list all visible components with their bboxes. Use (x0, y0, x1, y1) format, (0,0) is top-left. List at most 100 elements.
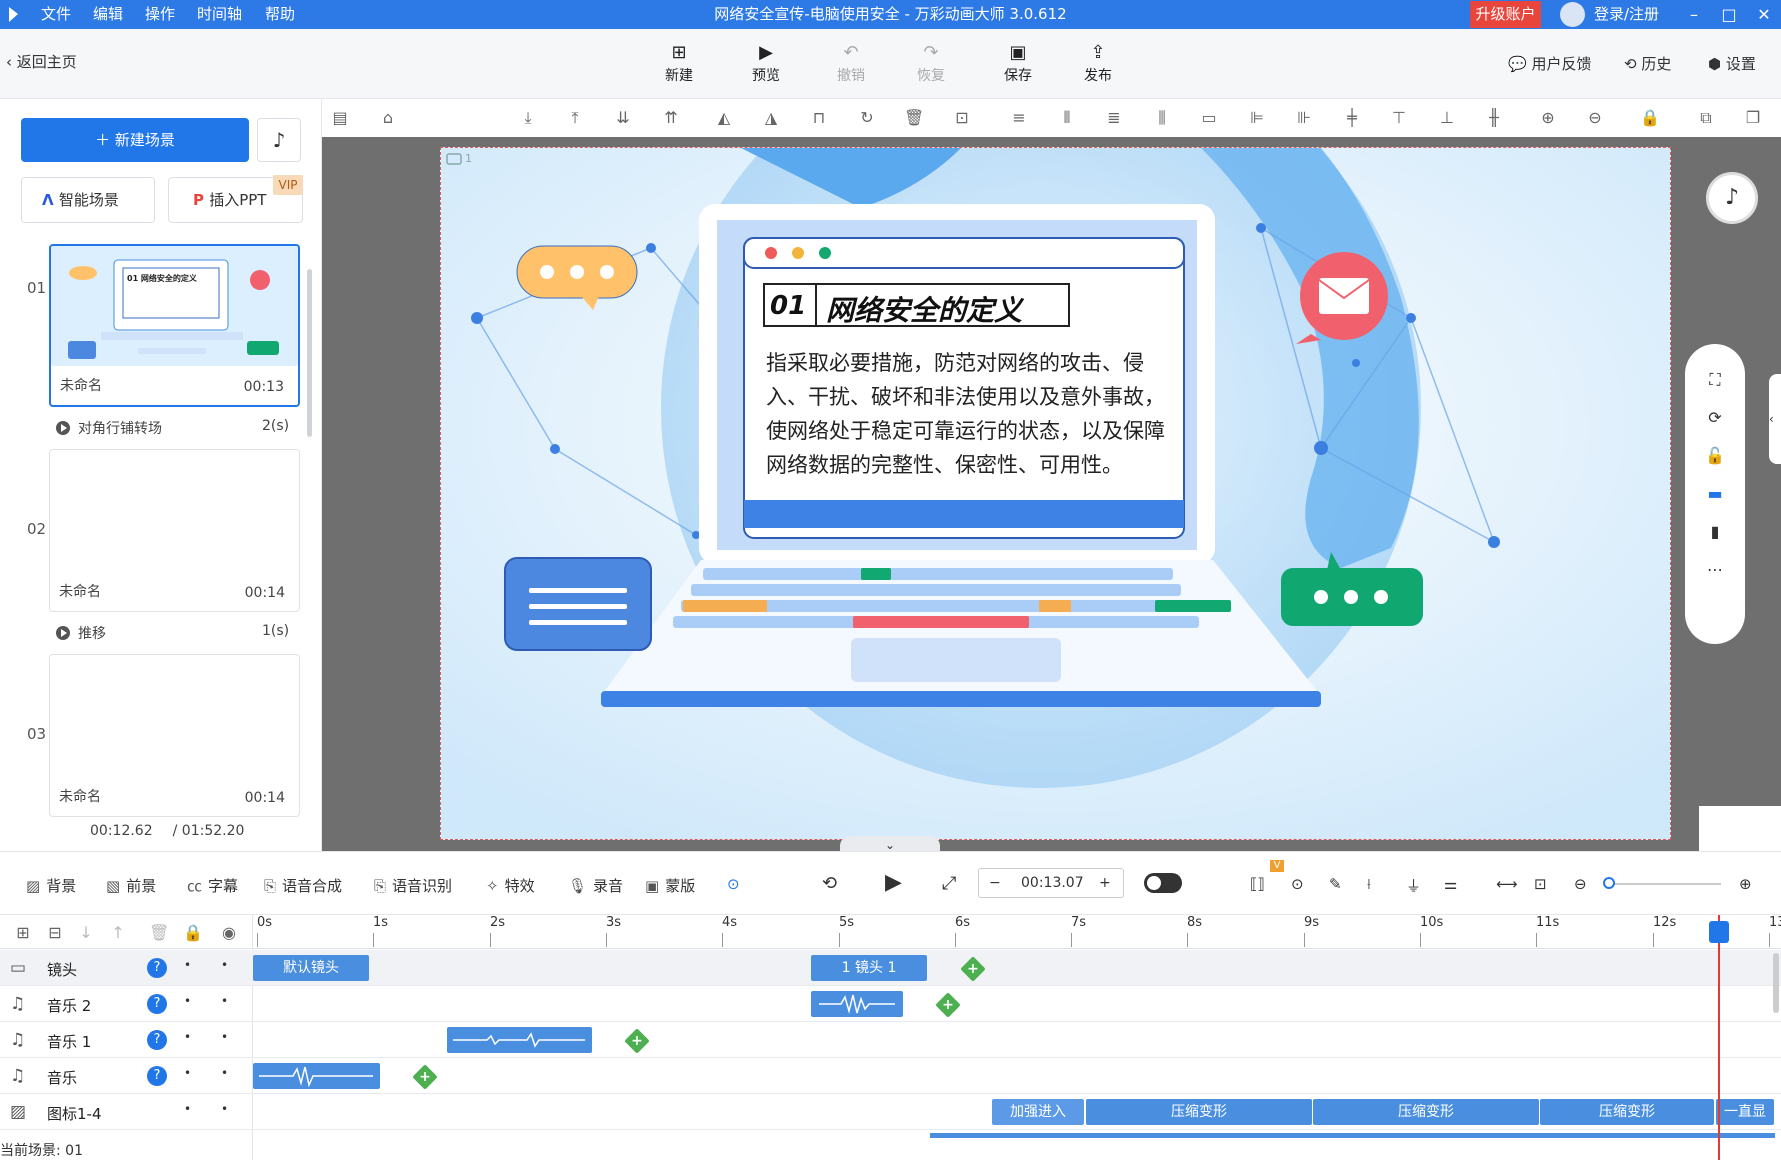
move-up-icon[interactable]: ⇈ (661, 108, 681, 128)
zoom-out-icon[interactable]: ⊖ (1574, 875, 1587, 893)
help-icon[interactable]: ? (147, 1030, 167, 1050)
help-icon[interactable]: ? (147, 958, 167, 978)
landscape-icon[interactable]: ▬ (1703, 482, 1727, 506)
toggle-switch[interactable] (1144, 873, 1182, 893)
home-icon[interactable]: ⌂ (378, 108, 398, 128)
record-tool[interactable]: 🎙 录音 (568, 875, 623, 896)
clip-effect[interactable]: 一直显 (1716, 1099, 1774, 1125)
unlock-icon[interactable]: 🔓 (1703, 444, 1727, 468)
new-button[interactable]: ⊞ 新建 (651, 41, 707, 85)
dot-icon[interactable]: • (221, 1102, 228, 1116)
help-icon[interactable]: ? (147, 994, 167, 1014)
new-scene-button[interactable]: ＋ 新建场景 (21, 118, 249, 162)
speech-recognition-tool[interactable]: ⎘ 语音识别 (374, 875, 452, 896)
split-icon[interactable]: ⟦⟧ (1250, 875, 1265, 893)
dot-icon[interactable]: • (184, 958, 191, 972)
track-camera[interactable]: ▭ 镜头 ? • • 默认镜头 1 镜头 1 + (0, 950, 1781, 986)
scene-canvas[interactable]: 1 01 网络安全的定义 指采取必要措施，防范对网络的攻击、侵入、干扰、破坏和非… (440, 147, 1671, 840)
dot-icon[interactable]: • (221, 958, 228, 972)
transition-item[interactable]: 推移 (56, 623, 106, 643)
clip-strip[interactable] (930, 1133, 1775, 1138)
move-up-icon[interactable]: ↑ (108, 923, 128, 943)
track-music-2[interactable]: ♫ 音乐 2 ? • • + (0, 986, 1781, 1022)
dot-icon[interactable]: • (184, 1066, 191, 1080)
fit-icon[interactable]: ⊡ (952, 108, 972, 128)
play-icon[interactable]: ▶ (885, 870, 902, 895)
format-painter-icon[interactable]: ▤ (330, 108, 350, 128)
adjust-icon[interactable]: ⚌ (1444, 875, 1457, 893)
menu-file[interactable]: 文件 (41, 0, 71, 29)
distribute-v-icon[interactable]: ▭ (1199, 108, 1219, 128)
clip-effect[interactable]: 压缩变形 (1540, 1099, 1714, 1125)
menu-operate[interactable]: 操作 (145, 0, 175, 29)
audio-clip[interactable] (253, 1063, 380, 1089)
close-icon[interactable]: ✕ (1747, 0, 1781, 29)
dot-icon[interactable]: • (221, 994, 228, 1008)
add-keyframe-icon[interactable]: + (624, 1028, 650, 1054)
track-icon-1-4[interactable]: ▨ 图标1-4 • • 加强进入 压缩变形 压缩变形 压缩变形 一直显 (0, 1094, 1781, 1130)
dot-icon[interactable]: • (221, 1030, 228, 1044)
align-top-edge-icon[interactable]: ⊤ (1389, 108, 1409, 128)
track-music[interactable]: ♫ 音乐 ? • • + (0, 1058, 1781, 1094)
lock-icon[interactable]: 🔒 (1640, 108, 1660, 128)
more-icon[interactable]: ⋯ (1703, 558, 1727, 582)
replay-icon[interactable]: ⟲ (822, 873, 837, 894)
menu-edit[interactable]: 编辑 (93, 0, 123, 29)
transition-item[interactable]: 对角行铺转场 (56, 418, 162, 438)
scene-card-03[interactable]: 未命名 00:14 (49, 654, 300, 817)
redo-button[interactable]: ↷ 恢复 (903, 41, 959, 85)
align-right-icon[interactable]: ⊪ (1294, 108, 1314, 128)
copy-icon[interactable]: ⧉ (1696, 108, 1716, 128)
publish-button[interactable]: ⇪ 发布 (1070, 41, 1126, 85)
rotate-icon[interactable]: ↻ (857, 108, 877, 128)
history-button[interactable]: ⟲ 历史 (1624, 53, 1671, 74)
timeline-scrollbar[interactable] (1773, 953, 1779, 1013)
time-input[interactable]: 00:13.07 (1021, 869, 1084, 897)
add-keyframe-icon[interactable]: + (935, 992, 961, 1018)
mask-tool[interactable]: ▣ 蒙版 (645, 875, 695, 896)
minimize-icon[interactable]: – (1677, 0, 1711, 29)
add-folder-icon[interactable]: ⊞ (13, 923, 33, 943)
fullscreen-icon[interactable]: ⤢ (942, 873, 956, 894)
avatar[interactable] (1560, 2, 1585, 27)
undo-button[interactable]: ↶ 撤销 (823, 41, 879, 85)
upgrade-account-button[interactable]: 升级账户 (1470, 1, 1541, 28)
minimap-thumbnail[interactable] (1699, 806, 1781, 851)
camera-icon[interactable]: ⊙ (1291, 875, 1304, 893)
zoom-slider-handle[interactable] (1603, 877, 1615, 889)
maximize-icon[interactable]: □ (1712, 0, 1746, 29)
unlock-icon[interactable]: ⊓ (809, 108, 829, 128)
delete-icon[interactable]: 🗑 (904, 108, 924, 128)
fit-width-icon[interactable]: ⟷ (1496, 875, 1518, 893)
edit-icon[interactable]: ✎ (1329, 875, 1342, 893)
add-keyframe-icon[interactable]: + (412, 1064, 438, 1090)
cut-icon[interactable]: ⟊ (1367, 875, 1371, 893)
preview-button[interactable]: ▶ 预览 (738, 41, 794, 85)
lock-icon[interactable]: 🔒 (183, 923, 203, 943)
side-collapse-tab[interactable]: ‹ (1769, 374, 1781, 464)
delete-icon[interactable]: 🗑 (149, 923, 169, 943)
tts-tool[interactable]: ⎘ 语音合成 (264, 875, 342, 896)
clip-default-camera[interactable]: 默认镜头 (253, 955, 369, 981)
clip-effect[interactable]: 加强进入 (992, 1099, 1084, 1125)
track-music-1[interactable]: ♫ 音乐 1 ? • • + (0, 1022, 1781, 1058)
align-top-icon[interactable]: ≡ (1009, 108, 1029, 128)
align-bottom-icon[interactable]: ≣ (1104, 108, 1124, 128)
align-center-icon[interactable]: ╪ (1342, 108, 1362, 128)
save-button[interactable]: ▣ 保存 (990, 41, 1046, 85)
distribute-h-icon[interactable]: ⫼ (1152, 108, 1172, 128)
move-down-icon[interactable]: ↓ (76, 923, 96, 943)
dot-icon[interactable]: • (184, 994, 191, 1008)
move-bottom-icon[interactable]: ⤓ (518, 108, 538, 128)
add-keyframe-icon[interactable]: + (960, 956, 986, 982)
playhead[interactable] (1718, 915, 1720, 1160)
zoom-in-icon[interactable]: ⊕ (1538, 108, 1558, 128)
more-tools-icon[interactable]: ⊙ (727, 875, 740, 893)
dot-icon[interactable]: • (184, 1102, 191, 1116)
menu-help[interactable]: 帮助 (265, 0, 295, 29)
clip-camera-1[interactable]: 1 镜头 1 (811, 955, 927, 981)
back-home-button[interactable]: ‹ 返回主页 (6, 51, 77, 72)
zoom-slider[interactable] (1607, 883, 1721, 885)
scene-list-scrollbar[interactable] (307, 269, 312, 437)
foreground-tool[interactable]: ▧ 前景 (106, 875, 156, 896)
